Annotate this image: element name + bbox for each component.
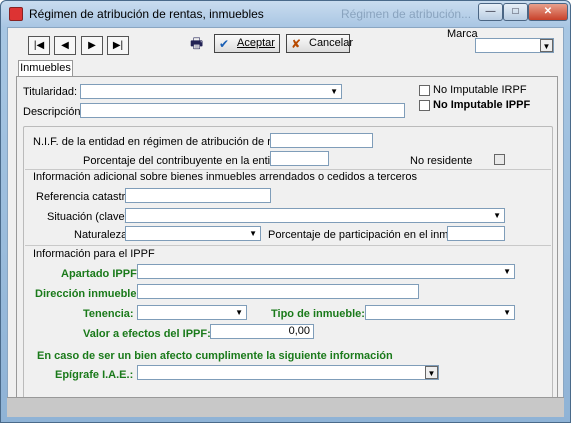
chevron-down-icon: ▼: [330, 87, 338, 96]
nif-input[interactable]: [270, 133, 373, 148]
chevron-down-icon: ▼: [235, 308, 243, 317]
cancel-icon: ✘: [291, 37, 302, 51]
app-window: Régimen de atribución de rentas, inmuebl…: [0, 0, 571, 423]
descripcion-label: Descripción:: [23, 106, 84, 118]
apartado-ippf-select[interactable]: ▼: [137, 264, 515, 279]
last-record-button[interactable]: ▶|: [107, 36, 129, 55]
chevron-down-icon: ▼: [503, 267, 511, 276]
direccion-label: Dirección inmueble:: [35, 288, 141, 300]
dialog-client: |◀ ◀ ▶ ▶| 🖶 ✔ Aceptar ✘ Cancelar Marca ▼…: [7, 27, 564, 417]
afecto-heading: En caso de ser un bien afecto cumpliment…: [37, 350, 393, 362]
status-bar: [7, 397, 564, 417]
titularidad-label: Titularidad:: [23, 86, 78, 98]
no-residente-checkbox[interactable]: [494, 154, 505, 165]
marca-label: Marca: [447, 28, 478, 40]
app-icon: [9, 7, 23, 21]
chevron-down-icon[interactable]: ▼: [425, 366, 438, 379]
valor-input[interactable]: 0,00: [210, 324, 314, 339]
no-imputable-ippf-label: No Imputable IPPF: [433, 99, 531, 111]
info-ippf-heading: Información para el IPPF: [33, 248, 155, 260]
check-icon: ✔: [219, 37, 230, 51]
apartado-ippf-label: Apartado IPPF:: [61, 268, 141, 280]
accept-label: Aceptar: [237, 37, 275, 49]
no-imputable-irpf-checkbox[interactable]: [419, 85, 430, 96]
minimize-button[interactable]: —: [478, 3, 503, 21]
tab-inmuebles[interactable]: Inmuebles: [18, 60, 73, 76]
maximize-button[interactable]: □: [503, 3, 528, 21]
printer-icon[interactable]: 🖶: [190, 36, 208, 52]
cancel-label: Cancelar: [309, 37, 354, 49]
divider: [25, 169, 551, 170]
tipo-inmueble-label: Tipo de inmueble:: [271, 308, 365, 320]
info-adicional-heading: Información adicional sobre bienes inmue…: [33, 171, 418, 183]
porcentaje-input[interactable]: [270, 151, 329, 166]
epigrafe-select[interactable]: ▼: [137, 365, 439, 380]
referencia-label: Referencia catastral:: [36, 191, 137, 203]
naturaleza-select[interactable]: ▼: [125, 226, 261, 241]
window-title: Régimen de atribución de rentas, inmuebl…: [29, 7, 264, 21]
tenencia-label: Tenencia:: [83, 308, 134, 320]
titularidad-select[interactable]: ▼: [80, 84, 342, 99]
no-residente-label: No residente: [410, 155, 473, 167]
next-record-button[interactable]: ▶: [81, 36, 103, 55]
chevron-down-icon: ▼: [503, 308, 511, 317]
direccion-input[interactable]: [137, 284, 419, 299]
divider: [25, 245, 551, 246]
tenencia-select[interactable]: ▼: [137, 305, 247, 320]
chevron-down-icon[interactable]: ▼: [540, 39, 553, 52]
referencia-input[interactable]: [125, 188, 271, 203]
nif-label: N.I.F. de la entidad en régimen de atrib…: [33, 136, 301, 148]
no-imputable-ippf-checkbox[interactable]: [419, 100, 430, 111]
naturaleza-label: Naturaleza:: [74, 229, 131, 241]
first-record-button[interactable]: |◀: [28, 36, 50, 55]
previous-record-button[interactable]: ◀: [54, 36, 76, 55]
no-imputable-irpf-label: No Imputable IRPF: [433, 84, 527, 96]
inmuebles-panel: Titularidad: ▼ Descripción: No Imputable…: [16, 76, 558, 412]
descripcion-input[interactable]: [80, 103, 405, 118]
background-window-title: Régimen de atribución...: [341, 7, 472, 21]
cancel-button[interactable]: ✘ Cancelar: [286, 34, 354, 53]
marca-select[interactable]: ▼: [475, 38, 554, 53]
porcentaje-participacion-input[interactable]: [447, 226, 505, 241]
situacion-label: Situación (clave):: [47, 211, 132, 223]
chevron-down-icon: ▼: [249, 229, 257, 238]
chevron-down-icon: ▼: [493, 211, 501, 220]
epigrafe-label: Epígrafe I.A.E.:: [55, 369, 134, 381]
porcentaje-label: Porcentaje del contribuyente en la entid…: [83, 155, 292, 167]
valor-label: Valor a efectos del IPPF:: [83, 328, 211, 340]
accept-button[interactable]: ✔ Aceptar: [214, 34, 280, 53]
situacion-select[interactable]: ▼: [125, 208, 505, 223]
close-button[interactable]: ✕: [528, 3, 568, 21]
tipo-inmueble-select[interactable]: ▼: [365, 305, 515, 320]
title-bar: Régimen de atribución de rentas, inmuebl…: [1, 1, 570, 27]
